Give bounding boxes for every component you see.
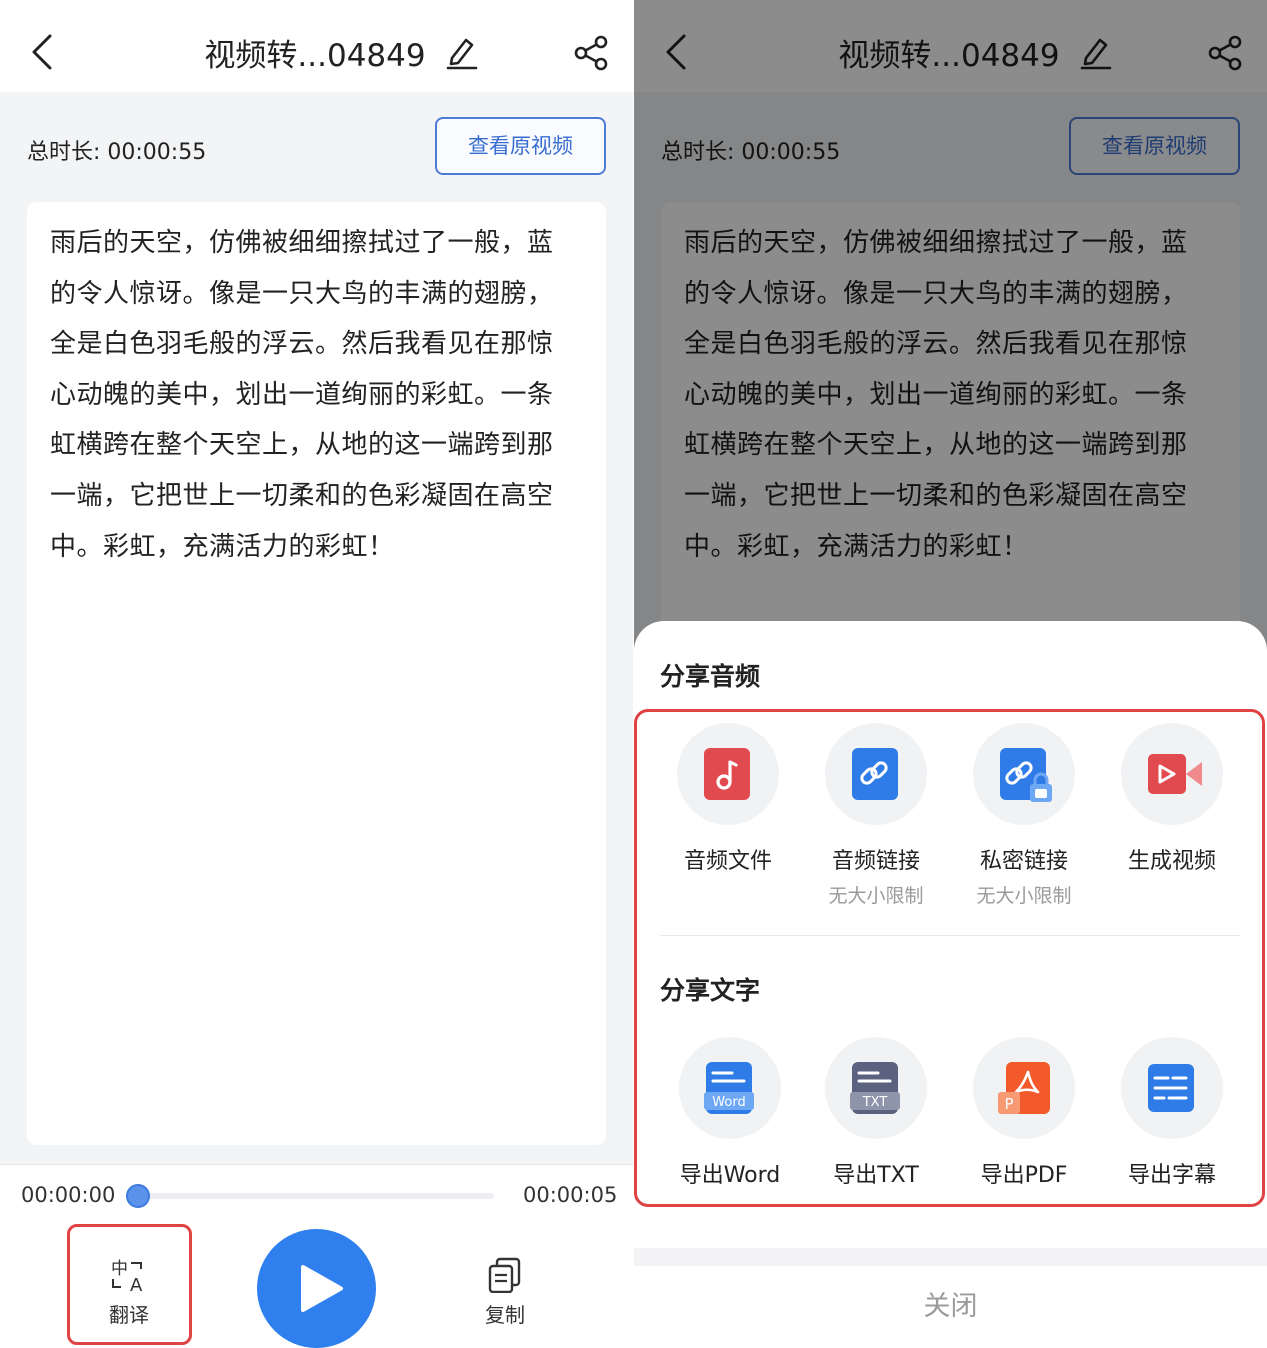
share-text-title: 分享文字: [660, 976, 761, 1005]
play-button[interactable]: [257, 1229, 376, 1348]
word-badge: Word: [712, 1095, 745, 1110]
generate-video-option[interactable]: 生成视频: [1098, 723, 1246, 875]
export-txt-option[interactable]: TXT 导出TXT: [802, 1037, 950, 1189]
view-original-video-button[interactable]: 查看原视频: [435, 117, 606, 175]
share-audio-title: 分享音频: [660, 662, 761, 691]
txt-badge: TXT: [862, 1095, 888, 1110]
close-button[interactable]: 关闭: [634, 1271, 1267, 1348]
share-screen: 视频转...04849 总时长: 00:00:55 查看原视频 雨后的天空，仿佛…: [634, 0, 1267, 1348]
private-link-icon: [1000, 748, 1052, 802]
translate-icon: 中 A: [111, 1259, 143, 1296]
audio-link-sublabel: 无大小限制: [828, 885, 924, 907]
transcript-text[interactable]: 雨后的天空，仿佛被细细擦拭过了一般，蓝 的令人惊讶。像是一只大鸟的丰满的翅膀， …: [50, 218, 586, 572]
transcript-line: 全是白色羽毛般的浮云。然后我看见在那惊: [50, 329, 554, 360]
translate-button[interactable]: 中 A 翻译: [94, 1257, 164, 1328]
transcript-line: 虹横跨在整个天空上，从地的这一端跨到那: [50, 430, 554, 461]
progress-track[interactable]: [138, 1193, 494, 1199]
transcript-line: 中。彩虹，充满活力的彩虹！: [50, 531, 395, 562]
export-subtitle-label: 导出字幕: [1127, 1163, 1216, 1188]
current-time: 00:00:00: [21, 1183, 116, 1207]
private-link-label: 私密链接: [979, 849, 1068, 874]
sheet-gap: [634, 1248, 1267, 1266]
audio-link-option[interactable]: 音频链接 无大小限制: [802, 723, 950, 908]
video-camera-icon: [1148, 754, 1202, 794]
transcript-card: 雨后的天空，仿佛被细细擦拭过了一般，蓝 的令人惊讶。像是一只大鸟的丰满的翅膀， …: [27, 202, 606, 1145]
transcript-screen: 视频转...04849 总时长: 00:00:55 查看原视频 雨后的天空，仿佛…: [0, 0, 633, 1348]
total-time: 00:00:05: [523, 1183, 618, 1207]
txt-doc-icon: TXT: [850, 1062, 900, 1114]
player-bar: 00:00:00 00:00:05 中 A 翻译 复制: [0, 1164, 633, 1348]
pdf-doc-icon: P: [998, 1062, 1050, 1114]
section-divider: [660, 935, 1240, 936]
transcript-line: 的令人惊讶。像是一只大鸟的丰满的翅膀，: [50, 278, 554, 309]
copy-button[interactable]: 复制: [470, 1257, 540, 1328]
audio-link-label: 音频链接: [831, 849, 920, 874]
svg-text:中: 中: [111, 1259, 128, 1279]
private-link-sublabel: 无大小限制: [976, 885, 1072, 907]
play-icon: [301, 1265, 343, 1312]
svg-text:A: A: [130, 1275, 143, 1293]
export-txt-label: 导出TXT: [833, 1163, 919, 1188]
progress-thumb[interactable]: [126, 1184, 150, 1208]
audio-file-label: 音频文件: [683, 849, 772, 874]
export-pdf-label: 导出PDF: [980, 1163, 1068, 1188]
transcript-line: 一端，它把世上一切柔和的色彩凝固在高空: [50, 480, 554, 511]
audio-file-option[interactable]: 音频文件: [654, 723, 802, 875]
total-duration: 总时长: 00:00:55: [27, 140, 207, 165]
export-word-option[interactable]: Word 导出Word: [656, 1037, 804, 1189]
back-arrow-icon[interactable]: [28, 32, 60, 72]
link-icon: [852, 748, 898, 800]
subtitle-icon: [1148, 1064, 1194, 1112]
top-bar: 视频转...04849: [0, 0, 633, 92]
music-note-icon: [704, 748, 750, 800]
copy-icon: [488, 1257, 521, 1294]
copy-label: 复制: [485, 1303, 525, 1327]
translate-label: 翻译: [109, 1303, 149, 1327]
export-word-label: 导出Word: [679, 1163, 781, 1188]
export-pdf-option[interactable]: P 导出PDF: [950, 1037, 1098, 1189]
word-doc-icon: Word: [704, 1062, 754, 1114]
transcript-line: 雨后的天空，仿佛被细细擦拭过了一般，蓝: [50, 228, 554, 258]
share-icon[interactable]: [572, 34, 610, 72]
private-link-option[interactable]: 私密链接 无大小限制: [950, 723, 1098, 908]
edit-pencil-icon[interactable]: [444, 34, 478, 70]
transcript-line: 心动魄的美中，划出一道绚丽的彩虹。一条: [50, 379, 554, 410]
pdf-badge: P: [1004, 1095, 1013, 1113]
export-subtitle-option[interactable]: 导出字幕: [1098, 1037, 1246, 1189]
generate-video-label: 生成视频: [1127, 849, 1216, 874]
share-sheet: 分享音频 音频文件 音频链接 无大小限制 私密链接 无大小限制 生成视频 分享文…: [634, 621, 1267, 1348]
